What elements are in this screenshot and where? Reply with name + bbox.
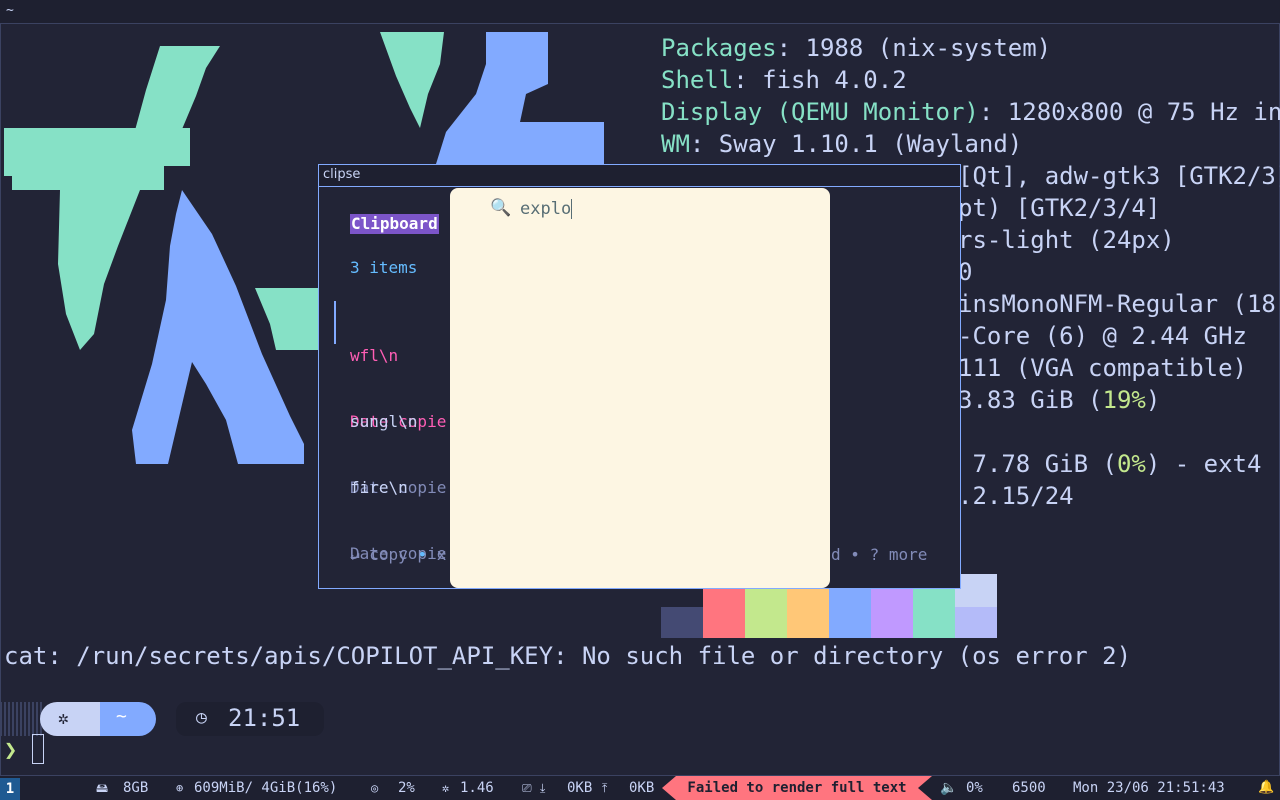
- search-icon: 🔍: [490, 198, 512, 218]
- selection-indicator: [334, 301, 336, 344]
- disk-icon: 🖴: [96, 781, 109, 795]
- memory-percent: 19%: [1102, 386, 1146, 414]
- clipse-title[interactable]: clipse: [319, 165, 960, 187]
- swatch-1: [703, 588, 745, 638]
- download-status: 0KB: [567, 780, 593, 796]
- logo-teal-top: [380, 32, 444, 128]
- clip-item-text: fire\n: [350, 478, 408, 497]
- help-dot: •: [850, 545, 860, 564]
- swatch-5: [871, 588, 913, 638]
- upload-status: 0KB: [629, 780, 655, 796]
- fetch-value: : Sway 1.10.1 (Wayland): [689, 130, 1023, 158]
- help-more[interactable]: ? more: [870, 545, 928, 564]
- logo-teal-right: [255, 288, 318, 350]
- fetch-disk-line: 7.78 GiB (0%) - ext4: [958, 448, 1261, 480]
- clipboard-tag: Clipboard: [350, 214, 439, 234]
- clip-item-text: sungl\n: [350, 412, 418, 431]
- load-status: 1.46: [460, 780, 494, 796]
- cpu-icon: ◎: [371, 781, 379, 795]
- text-caret: [571, 199, 572, 219]
- swatch-4: [829, 588, 871, 638]
- swatch-light-top: [955, 574, 997, 607]
- clock-icon: ◷: [196, 707, 207, 728]
- download-icon: ⤓: [540, 781, 546, 795]
- bell-icon[interactable]: 🔔: [1258, 776, 1274, 800]
- clip-item-text: wfl\n: [350, 346, 399, 365]
- fetch-line: rs-light (24px): [958, 226, 1175, 254]
- fetch-line: [Qt], adw-gtk3 [GTK2/3]: [958, 162, 1280, 190]
- swatch-7: [955, 607, 997, 638]
- fetch-line: -Core (6) @ 2.44 GHz: [958, 322, 1247, 350]
- swatch-6: [913, 588, 955, 638]
- terminal-cursor[interactable]: [32, 734, 44, 764]
- fetch-info-partial: [Qt], adw-gtk3 [GTK2/3] pt) [GTK2/3/4] r…: [958, 160, 1280, 512]
- terminal-title: ~: [0, 0, 1280, 24]
- fetch-value: : 1988 (nix-system): [776, 34, 1052, 62]
- volume-status[interactable]: 0%: [966, 776, 983, 800]
- disk-status: 8GB: [123, 780, 149, 796]
- help-dot: •: [417, 545, 428, 564]
- gear-icon: ✲: [58, 708, 69, 729]
- help-left: ↵ copy • x: [350, 545, 446, 564]
- prompt-time: 21:51: [228, 704, 301, 732]
- load-icon: ✲: [442, 781, 450, 795]
- fetch-line: insMonoNFM-Regular (18): [958, 290, 1280, 318]
- help-prev: d: [831, 545, 841, 564]
- workspace-button[interactable]: 1: [0, 778, 20, 800]
- fetch-memory-line: 3.83 GiB (19%): [958, 384, 1160, 416]
- upload-icon: ⤒: [602, 781, 608, 795]
- fetch-value: : 1280x800 @ 75 Hz in": [978, 98, 1280, 126]
- memory-suffix: ): [1145, 386, 1161, 414]
- fetch-key: WM: [661, 130, 690, 158]
- prompt-os-segment: ✲: [40, 702, 100, 736]
- memory-value: 3.83 GiB (: [958, 386, 1103, 414]
- brightness-status: 6500: [1012, 780, 1046, 796]
- swatch-0: [661, 607, 703, 638]
- logo-teal-stroke: [110, 46, 220, 190]
- fetch-key: Shell: [661, 66, 734, 94]
- help-right: d • ? more: [831, 545, 927, 564]
- volume-icon[interactable]: 🔈: [940, 776, 957, 800]
- clip-item[interactable]: fire\n Date copie: [350, 433, 446, 609]
- disk-percent: 0%: [1116, 450, 1146, 478]
- network-icon: ⎚: [522, 781, 532, 795]
- fetch-key: Display (QEMU Monitor): [661, 98, 979, 126]
- fetch-ip-line: .2.15/24: [958, 482, 1074, 510]
- cpu-status: 2%: [398, 780, 415, 796]
- status-bar: 1 🖴 8GB ⊕ 609MiB/ 4GiB(16%) ◎ 2% ✲ 1.46 …: [0, 776, 1280, 800]
- clock-status[interactable]: Mon 23/06 21:51:43: [1073, 776, 1225, 800]
- search-input[interactable]: [520, 197, 800, 221]
- fetch-line: pt) [GTK2/3/4]: [958, 194, 1161, 222]
- memory-status: 609MiB/ 4GiB(16%): [194, 780, 338, 796]
- prompt-dir: ~: [116, 706, 127, 727]
- swatch-2: [745, 588, 787, 638]
- prompt-dither: [0, 702, 44, 736]
- item-count: 3 items: [350, 258, 418, 277]
- error-output: cat: /run/secrets/apis/COPILOT_API_KEY: …: [4, 642, 1132, 670]
- prompt-arrow: ❯: [4, 738, 18, 763]
- logo-teal-leg: [58, 190, 140, 350]
- logo-blue-top: [436, 32, 604, 164]
- prompt-dir-segment: ~: [100, 702, 156, 736]
- disk-value: 7.78 GiB (: [958, 450, 1117, 478]
- help-next: x: [436, 545, 447, 564]
- fetch-line: 111 (VGA compatible): [958, 354, 1247, 382]
- swatch-3: [787, 588, 829, 638]
- fetch-value: : fish 4.0.2: [733, 66, 907, 94]
- search-popup[interactable]: 🔍: [450, 188, 830, 588]
- memory-icon: ⊕: [176, 781, 184, 795]
- disk-suffix: ) - ext4: [1145, 450, 1262, 478]
- fetch-key: Packages: [661, 34, 777, 62]
- prompt-time-segment: ◷ 21:51: [176, 702, 324, 736]
- help-copy: ↵ copy: [350, 545, 408, 564]
- render-warning: Failed to render full text: [662, 776, 932, 800]
